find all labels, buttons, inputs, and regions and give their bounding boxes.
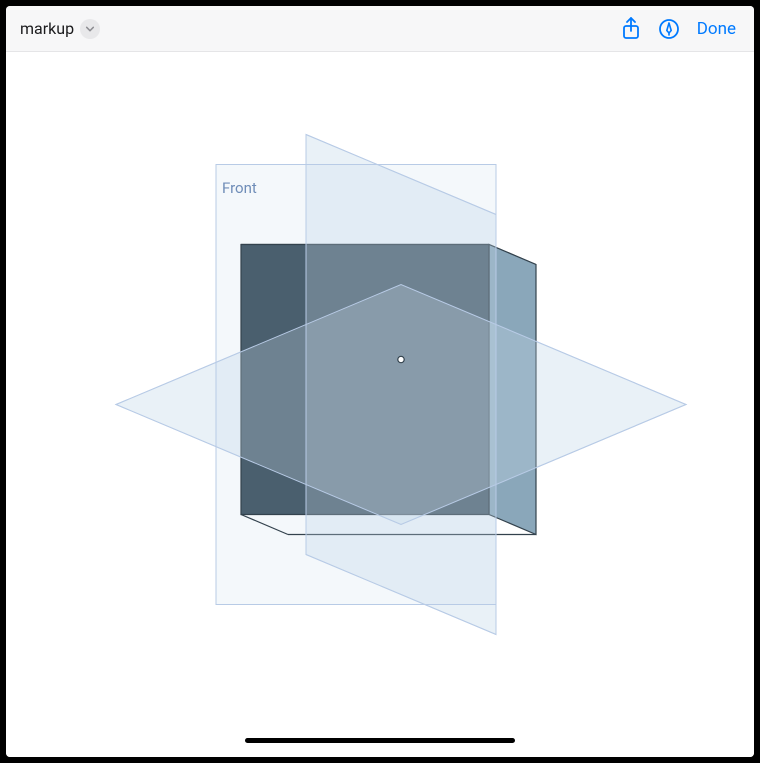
markup-pen-icon (658, 18, 680, 40)
app-window: markup Done (6, 6, 754, 757)
share-icon (621, 17, 641, 41)
title-dropdown-chevron[interactable] (80, 19, 100, 39)
cad-scene (6, 52, 754, 757)
toolbar: markup Done (6, 6, 754, 52)
done-button[interactable]: Done (693, 17, 740, 41)
markup-pen-button[interactable] (655, 15, 683, 43)
side-plane-overlay (306, 135, 496, 635)
chevron-down-icon (85, 24, 95, 34)
toolbar-left: markup (20, 19, 100, 39)
viewport-canvas[interactable]: Front (6, 52, 754, 757)
app-title: markup (20, 19, 74, 38)
share-button[interactable] (617, 15, 645, 43)
home-indicator (245, 738, 515, 743)
front-plane-label: Front (222, 179, 257, 197)
origin-marker (398, 356, 404, 362)
